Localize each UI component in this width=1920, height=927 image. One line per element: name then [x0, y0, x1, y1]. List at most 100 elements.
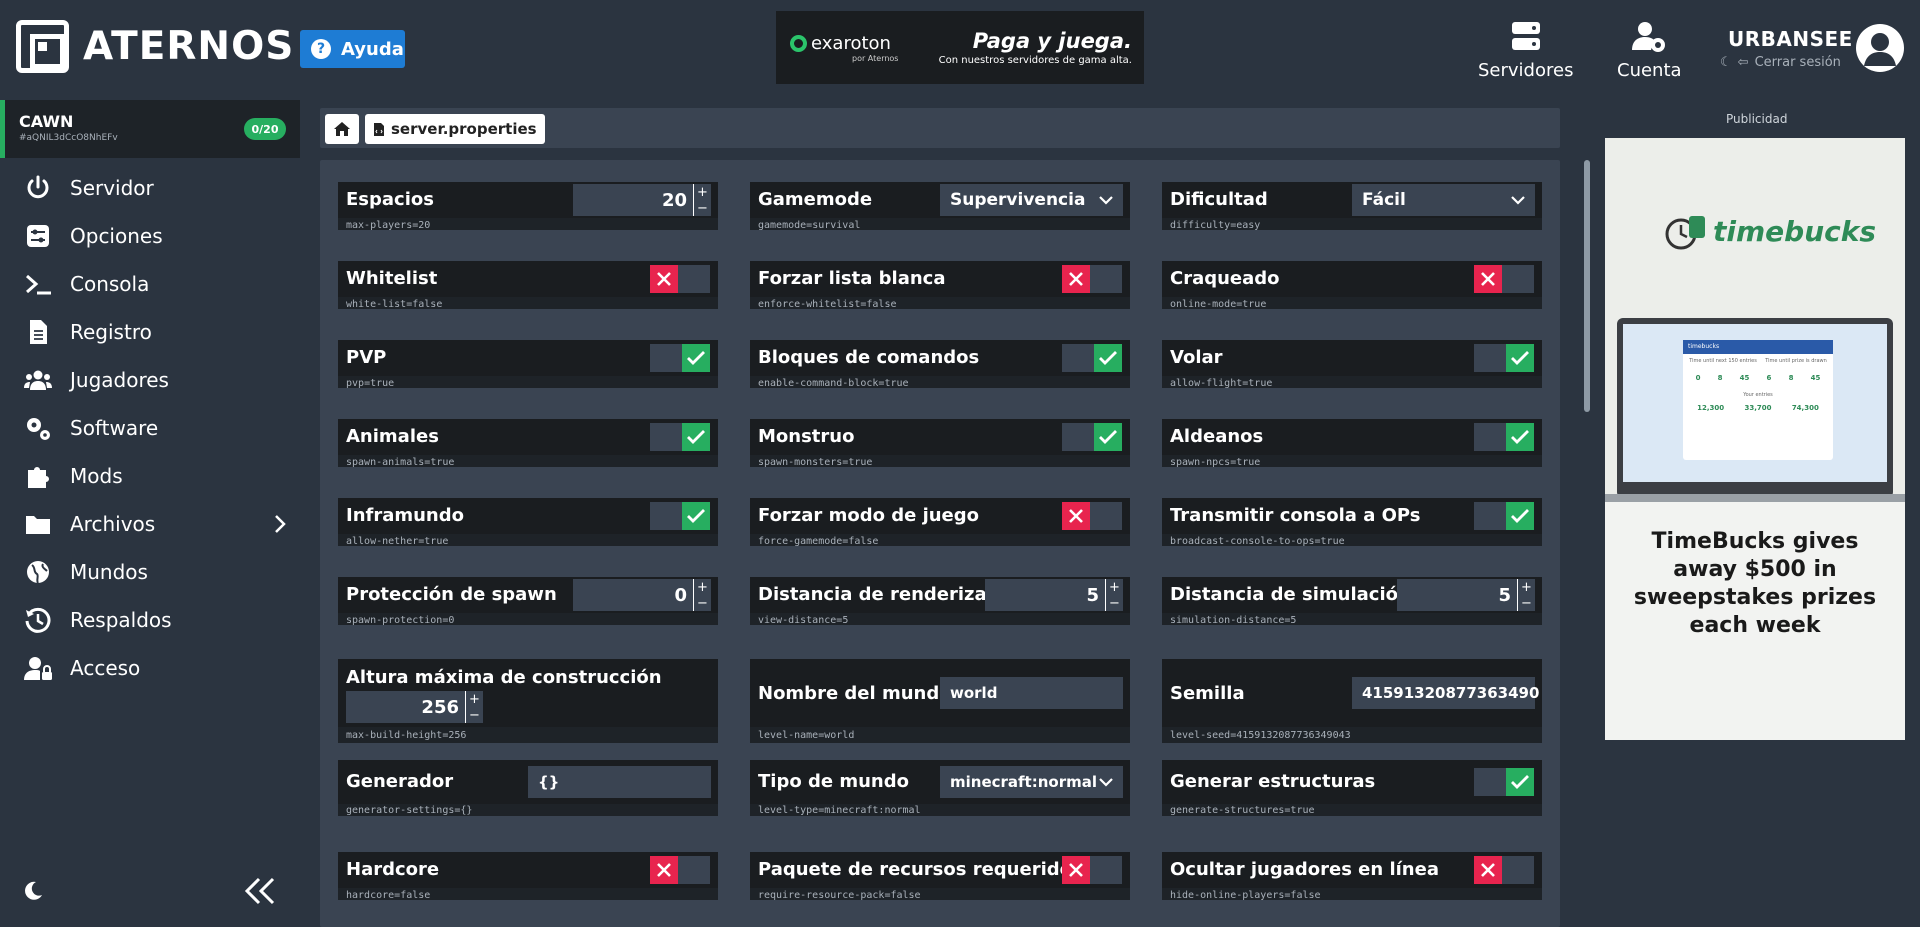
- option-label: Generador: [346, 771, 454, 792]
- option-label: Altura máxima de construcción: [346, 667, 662, 688]
- ad-label: Publicidad: [1726, 112, 1788, 126]
- option-key: level-name: [758, 730, 819, 741]
- plus-icon[interactable]: +: [694, 579, 711, 595]
- stepper-value: 5: [1086, 584, 1099, 606]
- option-key: generator-settings: [346, 805, 455, 816]
- structures-toggle[interactable]: [1474, 768, 1534, 796]
- minus-icon[interactable]: −: [466, 707, 483, 723]
- option-key-value: true: [1248, 378, 1273, 389]
- sidebar-item-jugadores[interactable]: Jugadores: [0, 356, 300, 404]
- history-icon: [25, 607, 51, 633]
- enforce-whitelist-toggle[interactable]: [1062, 265, 1122, 293]
- sidebar-item-respaldos[interactable]: Respaldos: [0, 596, 300, 644]
- flight-toggle[interactable]: [1474, 344, 1534, 372]
- gamemode-select[interactable]: Supervivencia: [940, 184, 1123, 216]
- option-key: allow-flight: [1170, 378, 1243, 389]
- logout-link[interactable]: Cerrar sesión: [1755, 55, 1841, 70]
- build-height-stepper[interactable]: 256 + −: [346, 691, 483, 723]
- plus-icon[interactable]: +: [1518, 579, 1535, 595]
- option-key-value: 20: [418, 220, 431, 231]
- nether-toggle[interactable]: [650, 502, 710, 530]
- resource-pack-toggle[interactable]: [1062, 856, 1122, 884]
- option-label: Generar estructuras: [1170, 771, 1376, 792]
- plus-icon[interactable]: +: [466, 691, 483, 707]
- option-view-distance: Distancia de renderizado 5 + − view-dista…: [750, 577, 1130, 626]
- minus-icon[interactable]: −: [1106, 595, 1123, 611]
- minus-icon[interactable]: −: [694, 595, 711, 611]
- aternos-logo[interactable]: ATERNOS: [16, 20, 294, 73]
- plus-icon[interactable]: +: [694, 184, 711, 200]
- sidebar-item-consola[interactable]: Consola: [0, 260, 300, 308]
- check-icon: [1511, 509, 1529, 523]
- sidebar-item-registro[interactable]: Registro: [0, 308, 300, 356]
- sidebar-item-archivos[interactable]: Archivos: [0, 500, 300, 548]
- option-label: Ocultar jugadores en línea: [1170, 859, 1439, 880]
- option-flight: Volar allow-flight=true: [1162, 340, 1542, 389]
- sidebar-item-acceso[interactable]: Acceso: [0, 644, 300, 692]
- breadcrumb: server.properties: [320, 108, 1560, 148]
- plus-icon[interactable]: +: [1106, 579, 1123, 595]
- max-players-stepper[interactable]: 20 + −: [573, 184, 711, 216]
- option-seed: Semilla 41591320877363490 level-seed=415…: [1162, 659, 1542, 743]
- command-blocks-toggle[interactable]: [1062, 344, 1122, 372]
- breadcrumb-file[interactable]: server.properties: [365, 114, 545, 144]
- option-key-value: 0: [448, 615, 455, 626]
- users-icon: [24, 370, 52, 390]
- whitelist-toggle[interactable]: [650, 265, 710, 293]
- view-distance-stepper[interactable]: 5 + −: [985, 579, 1123, 611]
- broadcast-toggle[interactable]: [1474, 502, 1534, 530]
- level-type-select[interactable]: minecraft:normal: [940, 766, 1123, 798]
- logout-icon[interactable]: ⇦: [1738, 55, 1749, 70]
- option-key: spawn-npcs: [1170, 457, 1231, 468]
- option-key-value: 256: [448, 730, 467, 741]
- option-label: Gamemode: [758, 189, 873, 210]
- level-name-input[interactable]: world: [940, 677, 1123, 709]
- ad-num: 0: [1695, 374, 1701, 382]
- force-gamemode-toggle[interactable]: [1062, 502, 1122, 530]
- seed-input[interactable]: 41591320877363490: [1352, 677, 1539, 709]
- ad-screen-col1: Time until next 150 entries: [1689, 358, 1757, 364]
- sidebar-item-software[interactable]: Software: [0, 404, 300, 452]
- animals-toggle[interactable]: [650, 423, 710, 451]
- monsters-toggle[interactable]: [1062, 423, 1122, 451]
- minus-icon[interactable]: −: [694, 200, 711, 216]
- option-label: Forzar lista blanca: [758, 268, 946, 289]
- sidebar-item-label: Archivos: [70, 512, 156, 536]
- help-button[interactable]: ? Ayuda: [300, 30, 405, 68]
- servers-icon: [1511, 22, 1540, 50]
- server-card[interactable]: CAWN #aQNIL3dCcO8NhEFv 0/20: [0, 100, 300, 158]
- option-label: Nombre del mundo: [758, 683, 952, 704]
- advertisement[interactable]: timebucks timebucks Time until next 150 …: [1605, 138, 1905, 740]
- option-label: Protección de spawn: [346, 584, 557, 605]
- moon-icon[interactable]: ☾: [1720, 55, 1732, 70]
- cracked-toggle[interactable]: [1474, 265, 1534, 293]
- aternos-logo-icon: [16, 20, 69, 73]
- sidebar-item-mundos[interactable]: Mundos: [0, 548, 300, 596]
- sim-distance-stepper[interactable]: 5 + −: [1397, 579, 1535, 611]
- stepper-value: 20: [661, 189, 687, 211]
- avatar[interactable]: [1856, 24, 1904, 72]
- minus-icon[interactable]: −: [1518, 595, 1535, 611]
- select-value: Fácil: [1362, 190, 1406, 210]
- difficulty-select[interactable]: Fácil: [1352, 184, 1535, 216]
- sidebar-item-opciones[interactable]: Opciones: [0, 212, 300, 260]
- villagers-toggle[interactable]: [1474, 423, 1534, 451]
- nav-account[interactable]: Cuenta: [1617, 18, 1682, 81]
- nav-servers[interactable]: Servidores: [1478, 18, 1573, 81]
- scrollbar[interactable]: [1584, 160, 1590, 412]
- dark-mode-icon[interactable]: [22, 880, 44, 902]
- sidebar-item-mods[interactable]: Mods: [0, 452, 300, 500]
- sidebar-item-servidor[interactable]: Servidor: [0, 164, 300, 212]
- collapse-sidebar-icon[interactable]: [244, 876, 276, 906]
- pvp-toggle[interactable]: [650, 344, 710, 372]
- generator-input[interactable]: {}: [528, 766, 711, 798]
- breadcrumb-home[interactable]: [325, 114, 359, 144]
- option-key-value: easy: [1236, 220, 1261, 231]
- exaroton-banner[interactable]: exaroton por Aternos Paga y juega. Con n…: [776, 11, 1144, 84]
- hide-players-toggle[interactable]: [1474, 856, 1534, 884]
- hardcore-toggle[interactable]: [650, 856, 710, 884]
- laptop-base: [1605, 494, 1905, 502]
- sidebar-item-label: Registro: [70, 320, 152, 344]
- option-label: Volar: [1170, 347, 1223, 368]
- spawn-protection-stepper[interactable]: 0 + −: [573, 579, 711, 611]
